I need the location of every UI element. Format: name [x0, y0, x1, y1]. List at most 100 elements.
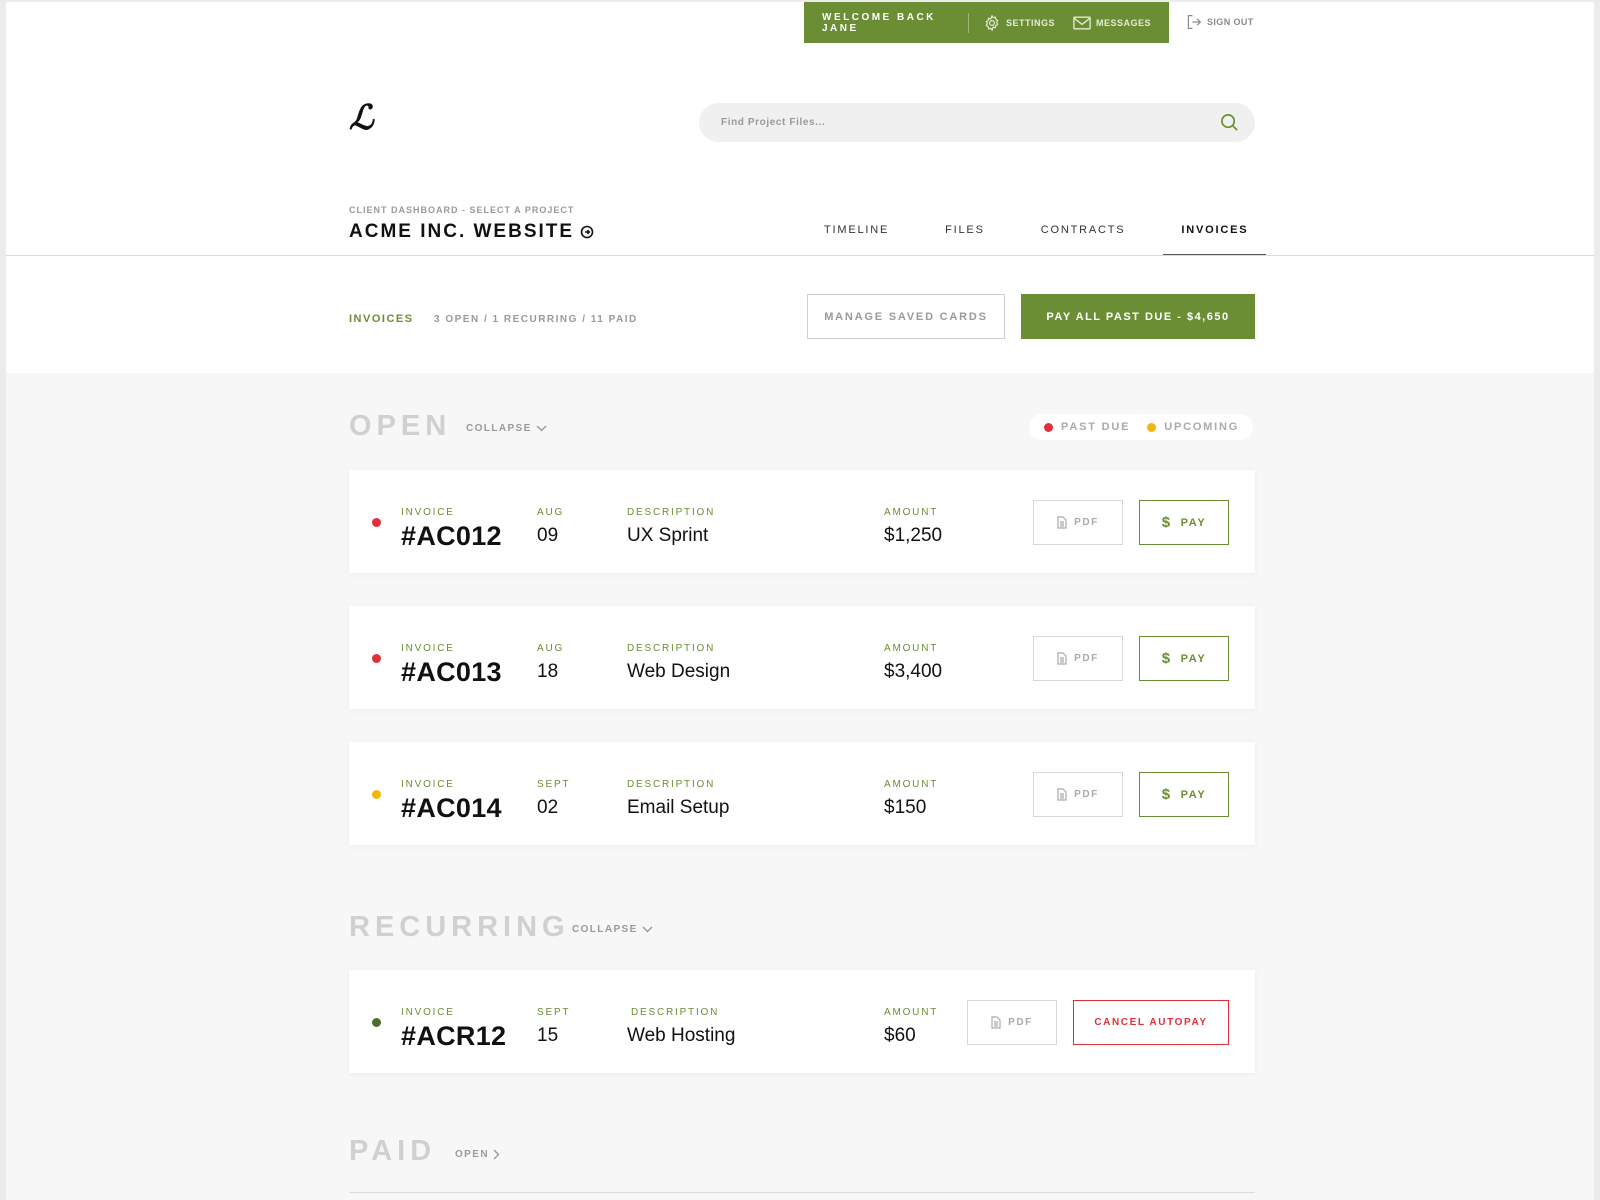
pdf-label: PDF	[1008, 1017, 1033, 1028]
chevron-down-icon	[536, 425, 547, 432]
invoice-description: Web Hosting	[627, 1025, 736, 1046]
invoice-card: INVOICE #ACR12 SEPT 15 DESCRIPTION Web H…	[349, 970, 1255, 1073]
invoice-amount: $1,250	[884, 525, 943, 546]
document-icon	[991, 1016, 1001, 1029]
pay-label: PAY	[1180, 652, 1207, 665]
invoice-description: Email Setup	[627, 797, 730, 818]
pdf-button[interactable]: PDF	[1033, 500, 1123, 545]
dollar-icon: $	[1161, 514, 1172, 531]
divider	[6, 255, 1594, 256]
invoice-amount: $150	[884, 797, 927, 818]
invoice-month: SEPT	[537, 1007, 571, 1018]
search-icon[interactable]	[1220, 113, 1239, 132]
project-selector[interactable]: ACME INC. WEBSITE	[349, 221, 594, 243]
pay-all-past-due-button[interactable]: PAY ALL PAST DUE - $4,650	[1021, 294, 1255, 339]
sign-out-icon	[1187, 15, 1202, 29]
settings-label: SETTINGS	[1005, 17, 1055, 28]
past-due-dot	[1044, 422, 1053, 432]
invoice-number: #AC014	[401, 793, 502, 823]
welcome-message: WELCOME BACK JANE	[822, 11, 936, 34]
pay-button[interactable]: $ PAY	[1139, 772, 1229, 817]
collapse-open-toggle[interactable]: COLLAPSE	[466, 423, 547, 434]
tab-timeline[interactable]: TIMELINE	[806, 211, 907, 256]
settings-link[interactable]: SETTINGS	[983, 14, 1055, 32]
invoice-label: INVOICE	[401, 507, 455, 518]
messages-label: MESSAGES	[1095, 17, 1151, 28]
amount-label: AMOUNT	[884, 779, 939, 790]
open-label: OPEN	[455, 1149, 489, 1160]
invoice-label: INVOICE	[401, 779, 455, 790]
dollar-icon: $	[1161, 650, 1172, 667]
section-title-recurring: RECURRING	[349, 911, 570, 943]
description-label: DESCRIPTION	[627, 643, 716, 654]
status-dot	[372, 518, 381, 527]
search-field[interactable]: Find Project Files...	[699, 103, 1255, 142]
pdf-button[interactable]: PDF	[1033, 772, 1123, 817]
pdf-label: PDF	[1074, 653, 1099, 664]
collapse-label: COLLAPSE	[572, 924, 638, 935]
section-title-paid: PAID	[349, 1135, 437, 1167]
invoice-card: INVOICE #AC013 AUG 18 DESCRIPTION Web De…	[349, 606, 1255, 709]
invoice-number: #ACR12	[401, 1021, 507, 1051]
document-icon	[1057, 652, 1067, 665]
envelope-icon	[1073, 15, 1091, 30]
search-input[interactable]: Find Project Files...	[721, 117, 825, 128]
tab-invoices[interactable]: INVOICES	[1163, 211, 1267, 256]
invoice-card: INVOICE #AC012 AUG 09 DESCRIPTION UX Spr…	[349, 470, 1255, 573]
sign-out-link[interactable]: SIGN OUT	[1186, 14, 1254, 30]
amount-label: AMOUNT	[884, 507, 939, 518]
messages-link[interactable]: MESSAGES	[1073, 15, 1151, 30]
status-dot	[372, 654, 381, 663]
invoice-amount: $3,400	[884, 661, 943, 682]
description-label: DESCRIPTION	[627, 507, 716, 518]
invoice-month: AUG	[537, 507, 565, 518]
circle-arrow-icon[interactable]	[580, 225, 594, 239]
pay-label: PAY	[1180, 516, 1207, 529]
project-tabs: TIMELINE FILES CONTRACTS INVOICES	[806, 211, 1267, 256]
invoice-label: INVOICE	[401, 643, 455, 654]
invoice-day: 02	[537, 797, 559, 818]
pdf-label: PDF	[1074, 789, 1099, 800]
status-legend: PAST DUE UPCOMING	[1029, 414, 1253, 440]
invoices-label: INVOICES	[349, 313, 414, 325]
divider	[349, 1192, 1255, 1193]
dollar-icon: $	[1161, 786, 1172, 803]
invoice-month: AUG	[537, 643, 565, 654]
sign-out-label: SIGN OUT	[1207, 17, 1254, 27]
chevron-down-icon	[642, 926, 653, 933]
chevron-right-icon	[493, 1149, 500, 1160]
invoice-label: INVOICE	[401, 1007, 455, 1018]
legend-past-due: PAST DUE	[1061, 421, 1131, 433]
invoice-month: SEPT	[537, 779, 571, 790]
open-paid-toggle[interactable]: OPEN	[455, 1149, 500, 1160]
section-title-open: OPEN	[349, 410, 452, 442]
manage-saved-cards-button[interactable]: MANAGE SAVED CARDS	[807, 294, 1005, 339]
gear-icon	[985, 14, 999, 31]
pay-button[interactable]: $ PAY	[1139, 636, 1229, 681]
invoice-number: #AC013	[401, 657, 502, 687]
invoice-number: #AC012	[401, 521, 502, 551]
breadcrumb[interactable]: CLIENT DASHBOARD - SELECT A PROJECT	[349, 205, 574, 215]
pdf-button[interactable]: PDF	[967, 1000, 1057, 1045]
description-label: DESCRIPTION	[631, 1007, 720, 1018]
status-dot	[372, 790, 381, 799]
collapse-recurring-toggle[interactable]: COLLAPSE	[572, 924, 653, 935]
invoice-counts: 3 OPEN / 1 RECURRING / 11 PAID	[434, 314, 638, 325]
description-label: DESCRIPTION	[627, 779, 716, 790]
divider	[968, 12, 969, 33]
status-dot	[372, 1018, 381, 1027]
pdf-button[interactable]: PDF	[1033, 636, 1123, 681]
amount-label: AMOUNT	[884, 1007, 939, 1018]
tab-files[interactable]: FILES	[927, 211, 1003, 256]
logo[interactable]: ℒ	[349, 98, 374, 138]
invoice-card: INVOICE #AC014 SEPT 02 DESCRIPTION Email…	[349, 742, 1255, 845]
collapse-label: COLLAPSE	[466, 423, 532, 434]
cancel-autopay-button[interactable]: CANCEL AUTOPAY	[1073, 1000, 1229, 1045]
pay-label: PAY	[1180, 788, 1207, 801]
pay-button[interactable]: $ PAY	[1139, 500, 1229, 545]
legend-upcoming: UPCOMING	[1164, 421, 1240, 433]
invoice-day: 09	[537, 525, 559, 546]
tab-contracts[interactable]: CONTRACTS	[1023, 211, 1144, 256]
amount-label: AMOUNT	[884, 643, 939, 654]
account-bar: WELCOME BACK JANE SETTINGS MESSAGES	[804, 2, 1169, 43]
